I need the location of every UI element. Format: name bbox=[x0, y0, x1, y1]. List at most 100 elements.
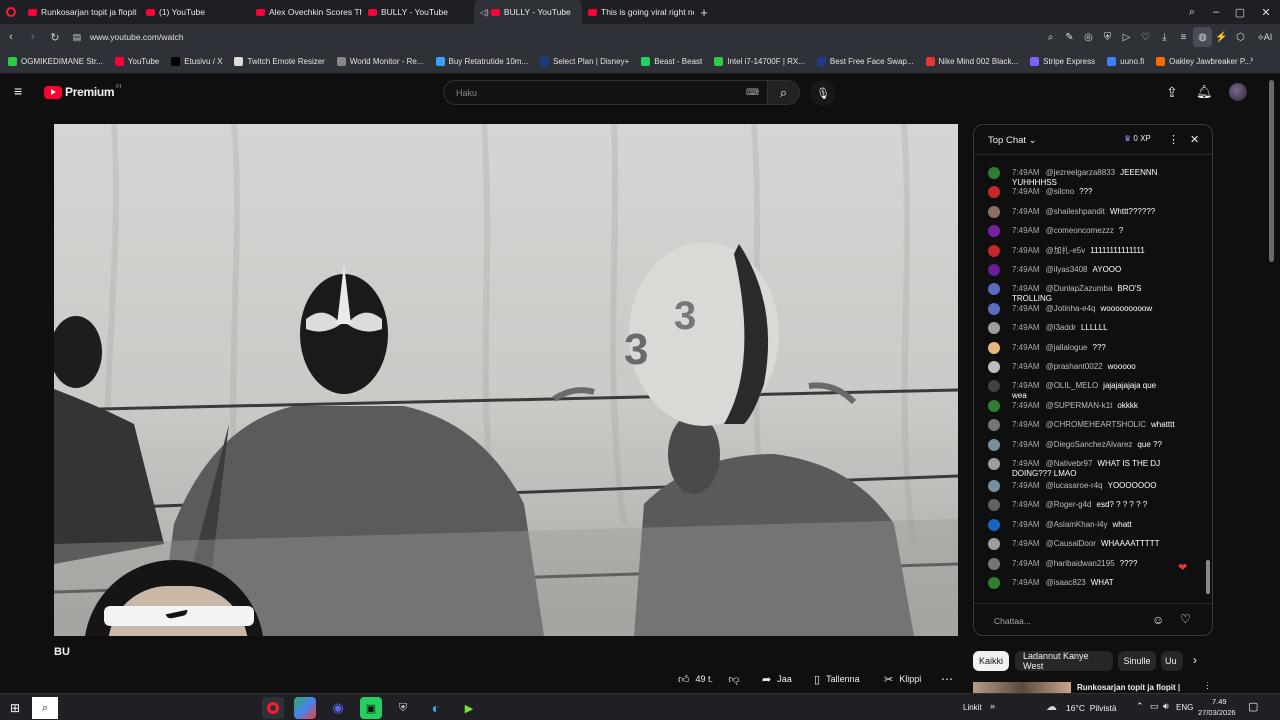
chat-author[interactable]: @haribaidwan2195 bbox=[1046, 559, 1115, 568]
chat-avatar[interactable] bbox=[988, 225, 1000, 238]
close-window-icon[interactable]: ✕ bbox=[1254, 0, 1278, 24]
windows-start-icon[interactable]: ⊞ bbox=[4, 697, 26, 719]
chip-all[interactable]: Kaikki bbox=[973, 651, 1009, 671]
edit-icon[interactable]: ✎ bbox=[1060, 27, 1079, 47]
chat-avatar[interactable] bbox=[988, 577, 1000, 589]
chat-avatar[interactable] bbox=[988, 361, 1000, 373]
ai-icon[interactable]: ⟡AI bbox=[1250, 27, 1280, 47]
chat-author[interactable]: @isaac823 bbox=[1046, 578, 1086, 587]
search-tabs-icon[interactable]: ⌕ bbox=[1180, 0, 1204, 24]
chat-author[interactable]: @Nativebr97 bbox=[1046, 459, 1093, 468]
chat-author[interactable]: @DiegoSanchezAlvarez bbox=[1046, 440, 1133, 449]
chat-avatar[interactable] bbox=[988, 480, 1000, 492]
bookmark-item[interactable]: Etusivu / X bbox=[171, 57, 222, 66]
chat-avatar[interactable] bbox=[988, 302, 1000, 315]
upload-icon[interactable]: ⇪ bbox=[1166, 84, 1178, 101]
bookmarks-more-icon[interactable]: › bbox=[1250, 54, 1253, 65]
chat-author[interactable]: @shaileshpandit bbox=[1046, 207, 1105, 216]
profile-icon[interactable]: ◍ bbox=[1193, 27, 1212, 47]
extensions-icon[interactable]: ⬡ bbox=[1231, 27, 1250, 47]
weather-text[interactable]: 16°C Pilvistä bbox=[1066, 703, 1117, 713]
app-colorful-icon[interactable] bbox=[294, 697, 316, 719]
hamburger-menu-icon[interactable]: ≡ bbox=[14, 84, 30, 100]
play-icon[interactable]: ▷ bbox=[1117, 27, 1136, 47]
bookmark-item[interactable]: Intel i7-14700F | RX... bbox=[714, 57, 805, 66]
chip-new[interactable]: Uu bbox=[1161, 651, 1183, 671]
chat-author[interactable]: @comeoncomezzz bbox=[1046, 226, 1114, 235]
speaker-icon[interactable]: ◁) bbox=[480, 8, 489, 17]
opera-taskbar-icon[interactable] bbox=[262, 697, 284, 719]
chat-avatar[interactable] bbox=[988, 499, 1000, 512]
video-player[interactable]: 3 3 bbox=[54, 124, 958, 636]
opera-logo-icon[interactable] bbox=[0, 0, 22, 24]
chat-avatar[interactable] bbox=[988, 399, 1000, 412]
chip-for-you[interactable]: Sinulle bbox=[1118, 651, 1156, 671]
chat-avatar[interactable] bbox=[988, 167, 1000, 179]
chat-avatar[interactable] bbox=[988, 283, 1000, 296]
chat-input[interactable]: Chattaa... bbox=[994, 616, 1031, 626]
chat-author[interactable]: @AslamKhan-l4y bbox=[1046, 520, 1108, 529]
chat-avatar[interactable] bbox=[988, 380, 1000, 393]
minimize-icon[interactable]: – bbox=[1204, 0, 1228, 24]
chat-avatar[interactable] bbox=[988, 322, 1000, 335]
network-icon[interactable]: ▭ bbox=[1150, 701, 1159, 712]
bookmark-item[interactable]: OGMIKEDIMANE Str... bbox=[8, 57, 103, 66]
avatar[interactable] bbox=[1229, 83, 1247, 101]
bookmark-item[interactable]: World Monitor - Re... bbox=[336, 57, 424, 66]
shield-icon[interactable]: ⛨ bbox=[1098, 27, 1117, 47]
language-label[interactable]: ENG bbox=[1176, 703, 1193, 712]
tray-expand-icon[interactable]: ⌃ bbox=[1136, 701, 1144, 712]
search-button[interactable]: ⌕ bbox=[767, 80, 800, 105]
edge-icon[interactable]: ◐ bbox=[425, 697, 447, 719]
forward-icon[interactable]: › bbox=[22, 26, 44, 48]
chat-avatar[interactable] bbox=[988, 419, 1000, 432]
camera-icon[interactable]: ◎ bbox=[1079, 27, 1098, 47]
notifications-icon[interactable]: ▢ bbox=[1248, 700, 1258, 713]
chat-author[interactable]: @Roger-g4d bbox=[1046, 500, 1092, 509]
page-scrollbar[interactable] bbox=[1268, 74, 1276, 693]
related-more-icon[interactable]: ⋮ bbox=[1203, 682, 1212, 691]
chat-author[interactable]: @jezreelgarza8833 bbox=[1046, 168, 1116, 177]
youtube-logo[interactable]: Premium FI bbox=[44, 84, 121, 99]
chips-next-icon[interactable]: › bbox=[1193, 653, 1197, 667]
url-field[interactable]: www.youtube.com/watch bbox=[90, 32, 184, 42]
spotify-like-icon[interactable]: ▣ bbox=[360, 697, 382, 719]
tab-bully-active[interactable]: ◁) BULLY - YouTube bbox=[474, 0, 582, 24]
chat-author[interactable]: @lucasaroe-r4q bbox=[1046, 481, 1103, 490]
new-tab-button[interactable]: + bbox=[694, 0, 714, 24]
top-chat-dropdown[interactable]: Top Chat ⌄ bbox=[988, 135, 1037, 146]
save-button[interactable]: ▯ Tallenna bbox=[808, 668, 872, 690]
heart-reaction-icon[interactable]: ♡ bbox=[1180, 612, 1191, 626]
chat-avatar[interactable] bbox=[988, 538, 1000, 551]
chat-avatar[interactable] bbox=[988, 341, 1000, 354]
share-button[interactable]: ➦ Jaa bbox=[756, 668, 800, 690]
heart-icon[interactable]: ♡ bbox=[1136, 27, 1155, 47]
emoji-icon[interactable]: ☺ bbox=[1152, 613, 1164, 627]
reload-icon[interactable]: ↻ bbox=[44, 26, 66, 48]
links-chevron-icon[interactable]: » bbox=[990, 701, 995, 711]
back-icon[interactable]: ‹ bbox=[0, 26, 22, 48]
clock-time[interactable]: 7.49 bbox=[1212, 697, 1227, 706]
notifications-bell-icon[interactable]: 🔔︎ bbox=[1196, 84, 1213, 100]
clip-button[interactable]: ✂ Klippi bbox=[878, 668, 930, 690]
maximize-icon[interactable]: ▢ bbox=[1228, 0, 1252, 24]
chip-kanye[interactable]: Ladannut Kanye West bbox=[1015, 651, 1113, 671]
chat-author[interactable]: @OLIL_MELO bbox=[1046, 381, 1099, 390]
chat-author[interactable]: @CHROMEHEARTSHOLIC bbox=[1046, 420, 1146, 429]
bookmark-item[interactable]: Select Plan | Disney+ bbox=[540, 57, 629, 66]
links-label[interactable]: Linkit bbox=[963, 703, 982, 712]
chat-avatar[interactable] bbox=[988, 438, 1000, 451]
bookmark-item[interactable]: Stripe Express bbox=[1030, 57, 1095, 66]
chat-avatar[interactable] bbox=[988, 186, 1000, 199]
chat-avatar[interactable] bbox=[988, 458, 1000, 470]
discord-icon[interactable]: ◉ bbox=[327, 697, 349, 719]
chat-scrollbar[interactable] bbox=[1206, 560, 1210, 594]
menu-icon[interactable]: ≡ bbox=[1174, 27, 1193, 47]
chat-author[interactable]: @Jotinha-e4q bbox=[1046, 304, 1096, 313]
like-button[interactable]: 👍︎ 49 t. bbox=[672, 668, 718, 690]
chat-author[interactable]: @silcno bbox=[1046, 187, 1075, 196]
chat-author[interactable]: @l3addr bbox=[1046, 323, 1076, 332]
chat-author[interactable]: @ilyas3408 bbox=[1046, 265, 1088, 274]
bookmark-item[interactable]: Twitch Emote Resizer bbox=[234, 57, 325, 66]
voice-search-button[interactable]: 🎙 bbox=[810, 80, 836, 106]
